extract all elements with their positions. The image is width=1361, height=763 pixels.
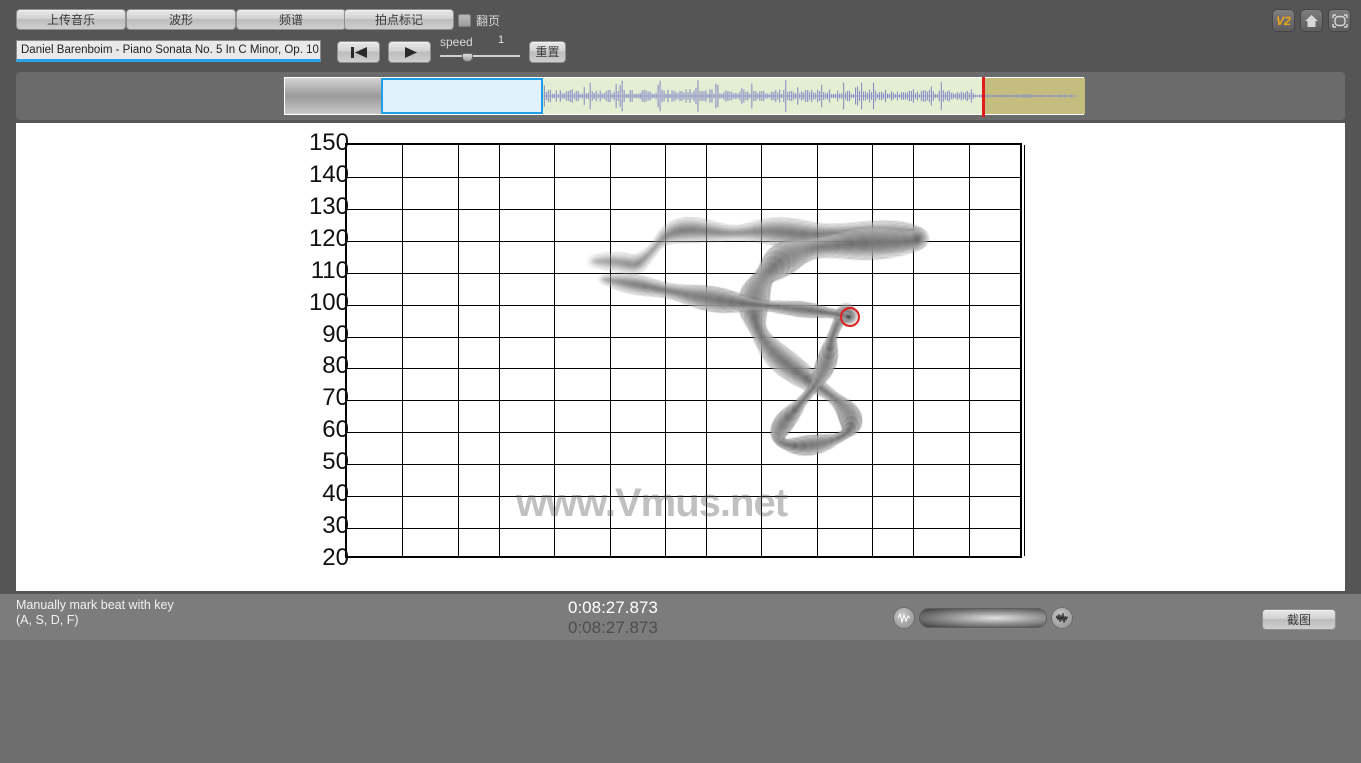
y-tick-label: 150 bbox=[308, 129, 349, 156]
hint-line-1: Manually mark beat with key bbox=[16, 598, 174, 612]
overview-playhead[interactable] bbox=[982, 77, 985, 117]
screenshot-button[interactable]: 截图 bbox=[1262, 609, 1336, 630]
skip-back-icon bbox=[350, 46, 367, 58]
play-button[interactable] bbox=[388, 41, 431, 63]
wave-high-icon[interactable] bbox=[1051, 606, 1073, 629]
y-tick-label: 80 bbox=[322, 352, 349, 380]
beat-mark-button[interactable]: 拍点标记 bbox=[344, 9, 454, 30]
page-turn-checkbox[interactable]: 翻页 bbox=[458, 12, 500, 29]
checkbox-box bbox=[458, 14, 471, 27]
time-secondary: 0:08:27.873 bbox=[568, 618, 658, 637]
spectrum-button[interactable]: 频谱 bbox=[236, 9, 346, 30]
bottom-toolbar: 擦除 移动 删除 吸附 保存 载入 速度-力度 3每小节拍数0弱起拍数0小节平移… bbox=[0, 640, 1361, 763]
status-bar bbox=[0, 594, 1361, 640]
y-tick-label: 50 bbox=[322, 448, 349, 476]
speed-control: speed 1 bbox=[440, 33, 522, 51]
waveform-overview[interactable] bbox=[16, 72, 1345, 120]
gridline-vertical bbox=[1024, 145, 1025, 556]
top-toolbar: 上传音乐 波形 频谱 拍点标记 翻页 Daniel Barenboim - Pi… bbox=[0, 0, 1361, 72]
v2-badge-icon[interactable]: V2 bbox=[1272, 9, 1295, 32]
vmus-worm-app: 上传音乐 波形 频谱 拍点标记 翻页 Daniel Barenboim - Pi… bbox=[0, 0, 1361, 763]
upload-music-button[interactable]: 上传音乐 bbox=[16, 9, 126, 30]
y-tick-label: 30 bbox=[322, 512, 349, 540]
y-tick-label: 60 bbox=[322, 416, 349, 444]
home-icon[interactable] bbox=[1300, 9, 1323, 32]
y-tick-label: 140 bbox=[308, 160, 349, 188]
keyboard-hint: Manually mark beat with key (A, S, D, F) bbox=[16, 598, 174, 628]
y-tick-label: 20 bbox=[322, 544, 349, 571]
play-icon bbox=[404, 46, 417, 58]
window-icons: V2 bbox=[1272, 9, 1351, 32]
overview-selection[interactable] bbox=[381, 78, 543, 114]
y-tick-label: 120 bbox=[308, 224, 349, 252]
y-tick-label: 100 bbox=[308, 288, 349, 316]
plot-axes bbox=[345, 143, 1025, 560]
fullscreen-icon[interactable] bbox=[1328, 9, 1351, 32]
wave-low-icon[interactable] bbox=[893, 606, 915, 629]
waveform-button[interactable]: 波形 bbox=[126, 9, 236, 30]
hint-line-2: (A, S, D, F) bbox=[16, 613, 79, 627]
volume-track[interactable] bbox=[919, 607, 1047, 628]
worm-canvas[interactable] bbox=[347, 145, 1024, 560]
y-tick-label: 90 bbox=[322, 320, 349, 348]
volume-slider[interactable] bbox=[893, 605, 1073, 630]
prev-button[interactable] bbox=[337, 41, 380, 63]
reset-button[interactable]: 重置 bbox=[529, 41, 566, 63]
page-turn-label: 翻页 bbox=[476, 14, 501, 28]
speed-value: 1 bbox=[498, 34, 505, 46]
track-title-field[interactable]: Daniel Barenboim - Piano Sonata No. 5 In… bbox=[16, 40, 321, 62]
worm-plot-panel[interactable]: 2030405060708090100110120130140150 04811… bbox=[16, 123, 1345, 703]
time-primary: 0:08:27.873 bbox=[568, 598, 658, 617]
y-tick-label: 110 bbox=[310, 256, 349, 284]
y-tick-label: 70 bbox=[322, 384, 349, 412]
speed-slider-track[interactable] bbox=[440, 55, 520, 57]
y-tick-label: 40 bbox=[322, 480, 349, 508]
speed-slider-handle[interactable] bbox=[462, 53, 473, 62]
overview-track[interactable] bbox=[284, 77, 1085, 117]
speed-label: speed bbox=[440, 35, 473, 49]
y-tick-label: 130 bbox=[308, 192, 349, 220]
